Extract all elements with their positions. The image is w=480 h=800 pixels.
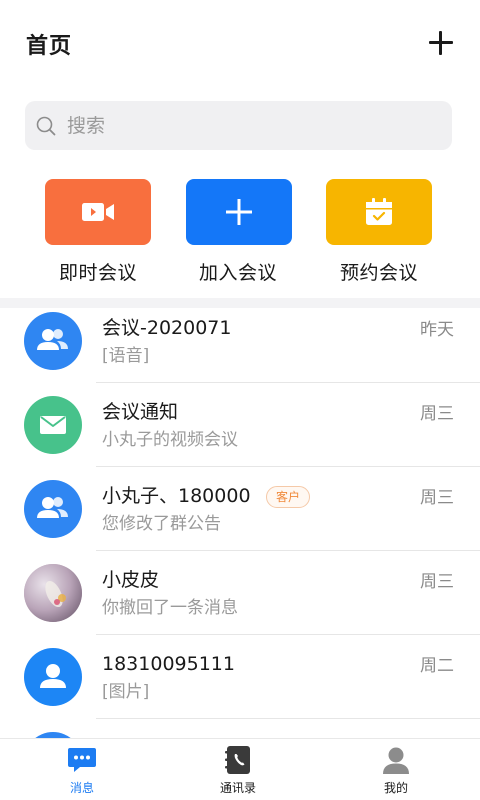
search-input[interactable]: 搜索 [25, 101, 452, 150]
tab-contacts[interactable]: 通讯录 [158, 739, 318, 800]
row-divider [96, 634, 480, 635]
notice-avatar [24, 396, 82, 454]
join-meeting-label[interactable]: 加入会议 [168, 258, 308, 285]
instant-meeting-label[interactable]: 即时会议 [28, 258, 168, 285]
list-item[interactable]: 小丸子、180000 客户 您修改了群公告 周三 [0, 478, 480, 562]
join-meeting-button[interactable] [186, 179, 292, 245]
tab-label: 我的 [383, 781, 408, 795]
envelope-icon [40, 416, 66, 434]
row-divider [96, 718, 480, 719]
bottom-tab-bar: 消息 通讯录 我的 [0, 738, 480, 800]
schedule-meeting-button[interactable] [326, 179, 432, 245]
tab-profile[interactable]: 我的 [316, 739, 476, 800]
person-icon [40, 664, 66, 688]
search-icon [36, 116, 56, 136]
row-divider [96, 550, 480, 551]
tab-messages[interactable]: 消息 [2, 739, 162, 800]
customer-tag: 客户 [266, 486, 311, 508]
conversation-time: 周三 [420, 404, 454, 424]
contacts-book-icon [225, 746, 250, 774]
person-avatar [24, 648, 82, 706]
photo-avatar-image [24, 564, 82, 622]
row-divider [96, 466, 480, 467]
list-item[interactable]: 会议-2020071 [语音] 昨天 [0, 310, 480, 394]
conversation-list[interactable]: 会议-2020071 [语音] 昨天 会议通知 小丸子的视频会议 周三 小丸子、… [0, 308, 480, 738]
conversation-preview: [语音] [102, 346, 150, 366]
conversation-name: 小丸子、180000 [102, 485, 251, 507]
group-avatar [24, 480, 82, 538]
conversation-name: 小皮皮 [102, 569, 160, 591]
add-button[interactable] [426, 28, 456, 58]
conversation-time: 周三 [420, 488, 454, 508]
video-camera-icon [82, 203, 114, 221]
group-avatar [24, 312, 82, 370]
schedule-meeting-label[interactable]: 预约会议 [309, 258, 449, 285]
conversation-name: 会议通知 [102, 401, 179, 423]
conversation-name: 18310095111 [102, 653, 235, 675]
tab-label: 消息 [69, 781, 94, 795]
conversation-time: 周三 [420, 572, 454, 592]
row-divider [96, 382, 480, 383]
user-profile-icon [383, 747, 409, 774]
conversation-preview: 小丸子的视频会议 [102, 430, 238, 450]
conversation-preview: 你撤回了一条消息 [102, 598, 238, 618]
page-title: 首页 [26, 34, 73, 59]
list-item[interactable]: 18310095111 [图片] 周二 [0, 646, 480, 730]
conversation-preview: [图片] [102, 682, 150, 702]
conversation-name: 会议-2020071 [102, 317, 232, 339]
group-icon [37, 329, 68, 350]
group-icon [37, 497, 68, 518]
photo-avatar [24, 564, 82, 622]
conversation-time: 周二 [420, 656, 454, 676]
header: 首页 [0, 0, 480, 86]
section-divider [0, 298, 480, 308]
conversation-preview: 您修改了群公告 [102, 514, 221, 534]
list-item[interactable]: 会议通知 小丸子的视频会议 周三 [0, 394, 480, 478]
chat-bubble-icon [68, 748, 96, 772]
plus-icon [226, 199, 252, 225]
calendar-check-icon [366, 198, 392, 225]
instant-meeting-button[interactable] [45, 179, 151, 245]
list-item[interactable]: 小皮皮 你撤回了一条消息 周三 [0, 562, 480, 646]
tab-label: 通讯录 [219, 781, 256, 795]
conversation-time: 昨天 [420, 320, 454, 340]
list-item[interactable] [0, 730, 480, 738]
search-placeholder: 搜索 [67, 115, 106, 137]
